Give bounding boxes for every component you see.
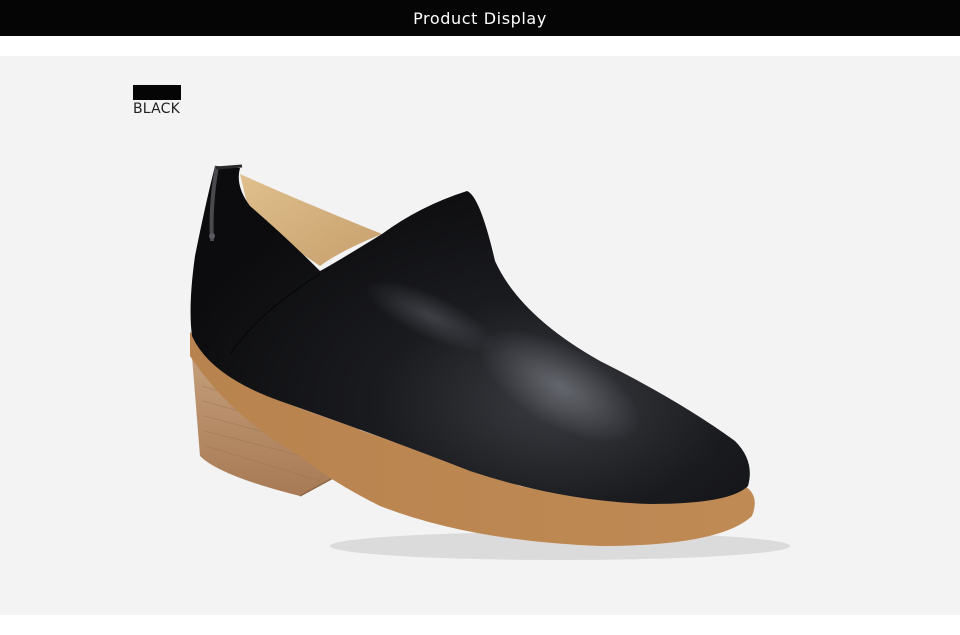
black-ankle-shoe-icon — [190, 164, 790, 560]
spacer-bottom — [0, 615, 960, 635]
spacer — [0, 36, 960, 56]
product-stage: BLACK — [0, 56, 960, 615]
header-bar: Product Display — [0, 0, 960, 36]
page-title: Product Display — [413, 8, 547, 28]
